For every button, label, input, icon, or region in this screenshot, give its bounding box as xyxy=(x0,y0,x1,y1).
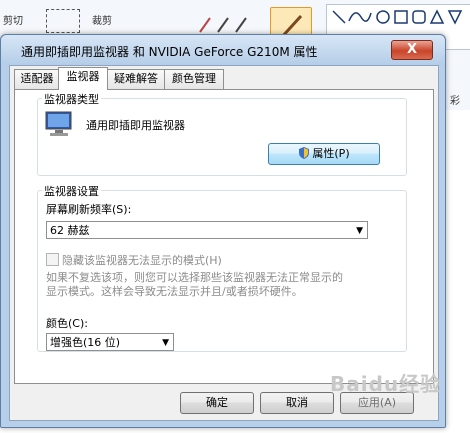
cancel-button[interactable]: 取消 xyxy=(260,392,334,414)
hide-modes-label[interactable]: 隐藏该监视器无法显示的模式(H) xyxy=(62,252,222,268)
color-depth-select[interactable]: 增强色(16 位) ▼ xyxy=(46,333,174,351)
monitor-icon xyxy=(45,111,72,136)
monitor-type-label: 监视器类型 xyxy=(42,91,101,107)
crop-label[interactable]: 裁剪 xyxy=(92,12,112,27)
chevron-down-icon: ▼ xyxy=(356,226,363,236)
hide-modes-checkbox[interactable] xyxy=(46,253,59,266)
select-tool[interactable] xyxy=(46,9,80,33)
refresh-rate-select[interactable]: 62 赫兹 ▼ xyxy=(46,221,368,239)
shield-icon xyxy=(299,147,310,159)
refresh-rate-label: 屏幕刷新频率(S): xyxy=(46,203,132,216)
refresh-rate-value: 62 赫兹 xyxy=(50,224,90,237)
monitor-settings-label: 监视器设置 xyxy=(42,183,101,199)
ok-button-label: 确定 xyxy=(206,396,228,409)
watermark: Baidu经验 xyxy=(330,372,442,396)
close-icon: X xyxy=(406,42,418,57)
chevron-down-icon: ▼ xyxy=(162,338,169,348)
apply-button-label: 应用(A) xyxy=(357,396,397,409)
pencil-tools-icon[interactable] xyxy=(196,14,262,34)
cut-label[interactable]: 剪切 xyxy=(3,12,23,27)
help-text-line-2: 显示模式。这样会导致无法显示并且/或者损坏硬件。 xyxy=(46,285,303,298)
side-fragment-right: 彩 xyxy=(450,96,460,107)
monitor-settings-group: 监视器设置 屏幕刷新频率(S): 62 赫兹 ▼ 隐藏该监视器无法显示的模式(H… xyxy=(37,183,407,352)
monitor-tab-page: 监视器类型 通用即插即用监视器 属性(P) 监视器设置 屏幕刷新频率(S): 6… xyxy=(14,89,434,384)
tab-monitor[interactable]: 监视器 xyxy=(58,67,108,90)
title-bar[interactable]: 通用即插即用监视器 和 NVIDIA GeForce G210M 属性 X xyxy=(1,35,445,65)
color-label: 颜色(C): xyxy=(46,317,88,330)
properties-button[interactable]: 属性(P) xyxy=(268,143,380,165)
tab-adapter[interactable]: 适配器 xyxy=(14,69,60,89)
monitor-name: 通用即插即用监视器 xyxy=(86,119,185,132)
properties-button-label: 属性(P) xyxy=(312,147,350,160)
cancel-button-label: 取消 xyxy=(286,396,308,409)
close-button[interactable]: X xyxy=(391,40,433,60)
color-depth-value: 增强色(16 位) xyxy=(50,336,121,349)
tab-color-management[interactable]: 颜色管理 xyxy=(164,69,224,89)
dialog-title: 通用即插即用监视器 和 NVIDIA GeForce G210M 属性 xyxy=(21,45,318,59)
ok-button[interactable]: 确定 xyxy=(180,392,254,414)
tab-troubleshoot[interactable]: 疑难解答 xyxy=(106,69,166,89)
monitor-type-group: 监视器类型 通用即插即用监视器 属性(P) xyxy=(37,91,407,176)
